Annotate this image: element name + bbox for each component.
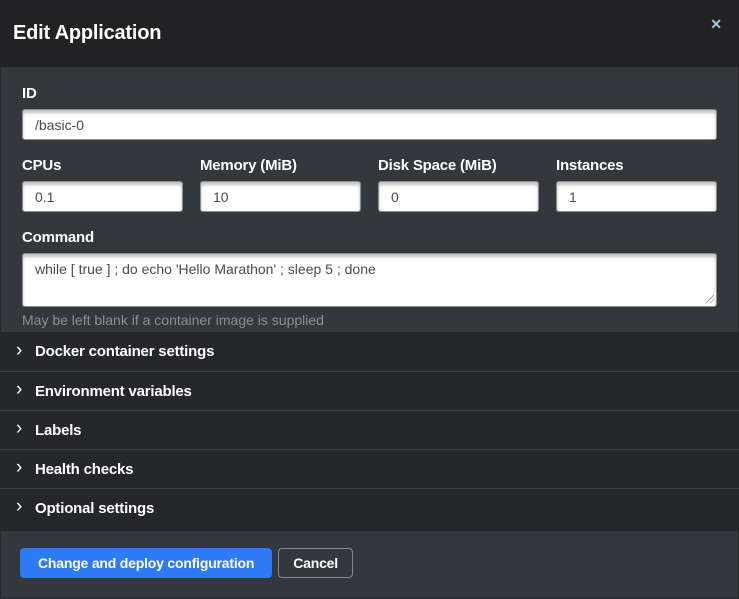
- resources-row: CPUs Memory (MiB) Disk Space (MiB) Insta…: [22, 157, 717, 212]
- accordion-section-label: Docker container settings: [35, 343, 214, 360]
- accordion-section-label: Environment variables: [35, 383, 192, 400]
- id-field-group: ID: [22, 85, 717, 140]
- change-and-deploy-button[interactable]: Change and deploy configuration: [20, 548, 272, 578]
- form-body: ID CPUs Memory (MiB) Disk Space (MiB) In…: [0, 67, 739, 332]
- memory-label: Memory (MiB): [200, 157, 361, 175]
- accordion-section-label: Labels: [35, 422, 81, 439]
- cancel-button[interactable]: Cancel: [278, 548, 353, 578]
- accordion-section-label: Optional settings: [35, 500, 154, 517]
- accordion: › Docker container settings › Environmen…: [0, 332, 739, 531]
- accordion-section-labels[interactable]: › Labels: [0, 410, 739, 449]
- id-label: ID: [22, 85, 717, 103]
- edit-application-modal: Edit Application ✕ ID CPUs Memory (MiB) …: [0, 0, 739, 599]
- accordion-section-label: Health checks: [35, 461, 133, 478]
- accordion-section-environment-variables[interactable]: › Environment variables: [0, 371, 739, 410]
- cpus-input[interactable]: [22, 181, 183, 212]
- modal-title: Edit Application: [13, 22, 161, 45]
- disk-space-label: Disk Space (MiB): [378, 157, 539, 175]
- accordion-section-docker-container-settings[interactable]: › Docker container settings: [0, 332, 739, 371]
- memory-field-group: Memory (MiB): [200, 157, 361, 212]
- modal-header: Edit Application ✕: [0, 0, 739, 67]
- id-input[interactable]: [22, 109, 717, 140]
- cpus-field-group: CPUs: [22, 157, 183, 212]
- disk-space-field-group: Disk Space (MiB): [378, 157, 539, 212]
- memory-input[interactable]: [200, 181, 361, 212]
- disk-space-input[interactable]: [378, 181, 539, 212]
- cpus-label: CPUs: [22, 157, 183, 175]
- instances-input[interactable]: [556, 181, 717, 212]
- command-help-text: May be left blank if a container image i…: [22, 312, 717, 328]
- close-icon: ✕: [710, 16, 722, 32]
- accordion-section-optional-settings[interactable]: › Optional settings: [0, 488, 739, 527]
- close-button[interactable]: ✕: [710, 17, 722, 31]
- modal-footer: Change and deploy configuration Cancel: [0, 531, 739, 599]
- instances-label: Instances: [556, 157, 717, 175]
- command-field-group: Command while [ true ] ; do echo 'Hello …: [22, 229, 717, 328]
- command-label: Command: [22, 229, 717, 247]
- accordion-section-health-checks[interactable]: › Health checks: [0, 449, 739, 488]
- command-textarea[interactable]: while [ true ] ; do echo 'Hello Marathon…: [22, 253, 717, 307]
- instances-field-group: Instances: [556, 157, 717, 212]
